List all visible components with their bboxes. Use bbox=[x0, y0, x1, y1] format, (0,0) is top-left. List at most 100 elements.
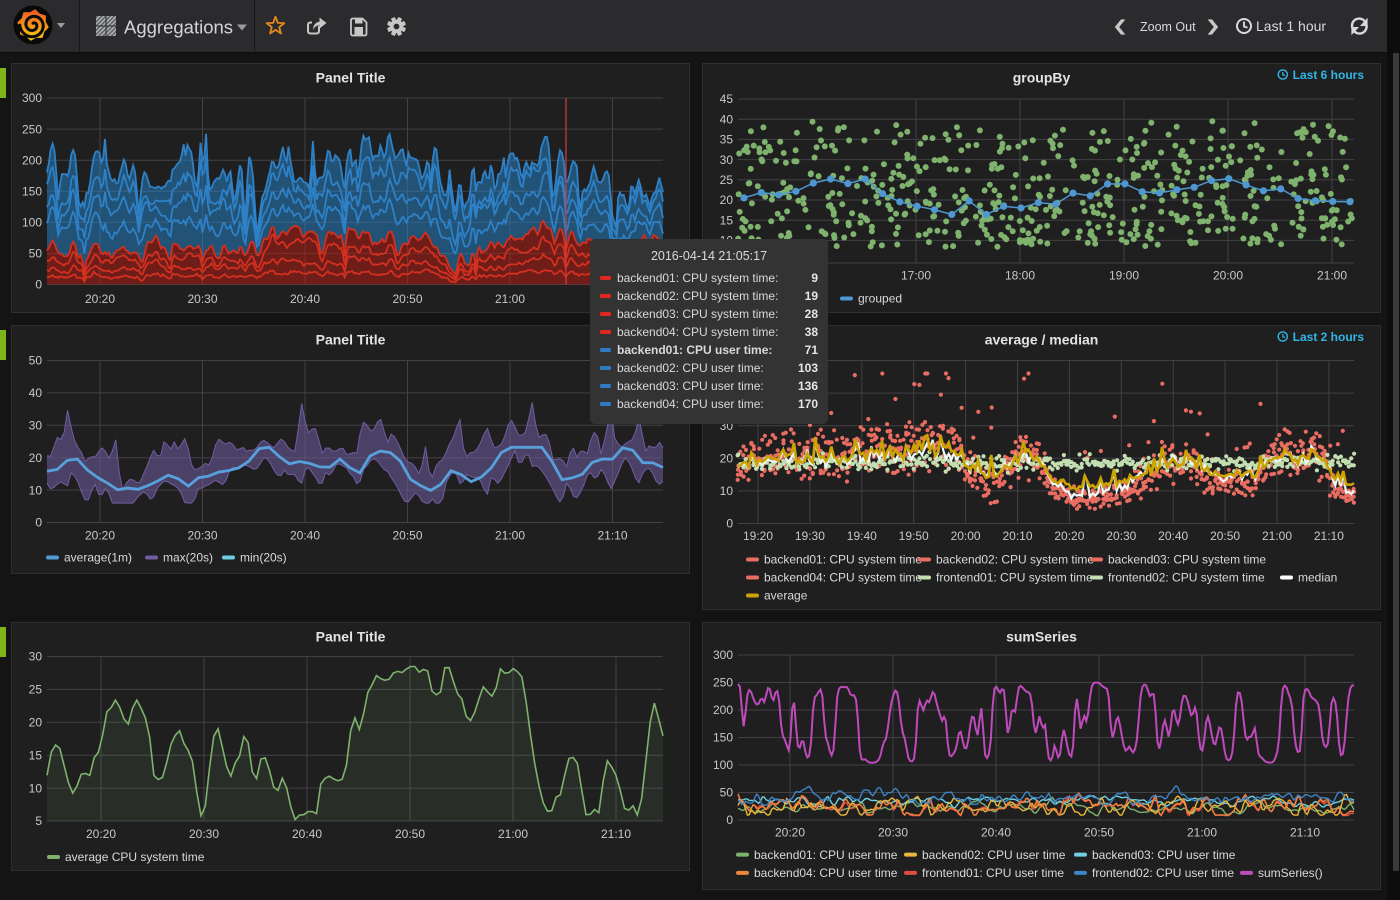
svg-text:20:00: 20:00 bbox=[951, 529, 981, 543]
svg-text:20:20: 20:20 bbox=[1054, 529, 1084, 543]
svg-text:10: 10 bbox=[720, 484, 734, 498]
svg-text:35: 35 bbox=[720, 133, 734, 147]
svg-text:15: 15 bbox=[29, 748, 43, 762]
svg-text:min(20s): min(20s) bbox=[240, 551, 287, 565]
svg-text:50: 50 bbox=[29, 247, 43, 261]
svg-text:100: 100 bbox=[22, 216, 42, 230]
svg-text:15: 15 bbox=[720, 213, 734, 227]
svg-text:Last 6 hours: Last 6 hours bbox=[1293, 68, 1365, 82]
svg-text:average(1m): average(1m) bbox=[64, 551, 132, 565]
svg-text:Panel Title: Panel Title bbox=[316, 629, 386, 645]
svg-text:25: 25 bbox=[720, 173, 734, 187]
svg-text:max(20s): max(20s) bbox=[163, 551, 213, 565]
svg-text:grouped: grouped bbox=[858, 292, 902, 306]
svg-text:backend04: CPU system time: backend04: CPU system time bbox=[764, 571, 922, 585]
svg-text:frontend01: CPU system time: frontend01: CPU system time bbox=[936, 571, 1093, 585]
svg-text:20:20: 20:20 bbox=[86, 827, 116, 841]
svg-text:20: 20 bbox=[720, 193, 734, 207]
svg-text:18:00: 18:00 bbox=[1005, 269, 1035, 283]
svg-text:10: 10 bbox=[29, 483, 43, 497]
svg-text:sumSeries(): sumSeries() bbox=[1258, 866, 1323, 880]
svg-text:20:30: 20:30 bbox=[878, 826, 908, 840]
svg-text:21:00: 21:00 bbox=[1187, 826, 1217, 840]
svg-text:21:10: 21:10 bbox=[1314, 529, 1344, 543]
svg-text:21:00: 21:00 bbox=[495, 529, 525, 543]
svg-text:200: 200 bbox=[22, 153, 42, 167]
svg-text:30: 30 bbox=[29, 650, 43, 664]
svg-text:100: 100 bbox=[713, 758, 733, 772]
svg-text:20:50: 20:50 bbox=[1210, 529, 1240, 543]
svg-text:backend01: CPU system time: backend01: CPU system time bbox=[764, 553, 922, 567]
svg-text:median: median bbox=[1298, 571, 1337, 585]
svg-text:backend03: CPU user time: backend03: CPU user time bbox=[1092, 848, 1236, 862]
svg-text:average: average bbox=[764, 589, 808, 603]
svg-text:10: 10 bbox=[29, 781, 43, 795]
svg-text:21:00: 21:00 bbox=[1317, 269, 1347, 283]
svg-text:40: 40 bbox=[29, 386, 43, 400]
svg-text:20:50: 20:50 bbox=[395, 827, 425, 841]
svg-text:30: 30 bbox=[29, 419, 43, 433]
svg-text:21:10: 21:10 bbox=[601, 827, 631, 841]
svg-text:20:30: 20:30 bbox=[187, 529, 217, 543]
svg-text:average / median: average / median bbox=[985, 332, 1099, 348]
svg-text:250: 250 bbox=[22, 122, 42, 136]
svg-text:20:50: 20:50 bbox=[1084, 826, 1114, 840]
svg-text:150: 150 bbox=[22, 184, 42, 198]
svg-text:0: 0 bbox=[726, 517, 733, 531]
svg-text:backend02: CPU system time: backend02: CPU system time bbox=[936, 553, 1094, 567]
svg-text:0: 0 bbox=[726, 813, 733, 827]
svg-text:20: 20 bbox=[29, 716, 43, 730]
svg-text:Aggregations: Aggregations bbox=[124, 17, 233, 38]
svg-text:19:40: 19:40 bbox=[847, 529, 877, 543]
svg-text:Last 2 hours: Last 2 hours bbox=[1293, 330, 1365, 344]
svg-text:backend02: CPU user time: backend02: CPU user time bbox=[922, 848, 1066, 862]
svg-text:average CPU system time: average CPU system time bbox=[65, 850, 205, 864]
svg-text:20:00: 20:00 bbox=[1213, 269, 1243, 283]
svg-text:45: 45 bbox=[720, 92, 734, 106]
svg-text:300: 300 bbox=[713, 648, 733, 662]
svg-text:20:40: 20:40 bbox=[290, 292, 320, 306]
svg-text:0: 0 bbox=[35, 278, 42, 292]
svg-text:19:20: 19:20 bbox=[743, 529, 773, 543]
svg-text:20: 20 bbox=[29, 451, 43, 465]
svg-text:backend04: CPU user time: backend04: CPU user time bbox=[754, 866, 898, 880]
svg-text:20:40: 20:40 bbox=[292, 827, 322, 841]
svg-text:250: 250 bbox=[713, 676, 733, 690]
svg-text:20:20: 20:20 bbox=[85, 292, 115, 306]
svg-text:21:10: 21:10 bbox=[597, 529, 627, 543]
svg-text:50: 50 bbox=[720, 786, 734, 800]
svg-text:19:30: 19:30 bbox=[795, 529, 825, 543]
svg-text:0: 0 bbox=[35, 516, 42, 530]
svg-text:19:00: 19:00 bbox=[1109, 269, 1139, 283]
svg-text:20:30: 20:30 bbox=[189, 827, 219, 841]
svg-text:20:30: 20:30 bbox=[187, 292, 217, 306]
svg-text:20:40: 20:40 bbox=[1158, 529, 1188, 543]
svg-text:frontend02: CPU user time: frontend02: CPU user time bbox=[1092, 866, 1234, 880]
svg-text:50: 50 bbox=[29, 354, 43, 368]
svg-text:20:20: 20:20 bbox=[775, 826, 805, 840]
svg-text:300: 300 bbox=[22, 91, 42, 105]
svg-text:20:40: 20:40 bbox=[290, 529, 320, 543]
svg-text:21:00: 21:00 bbox=[495, 292, 525, 306]
svg-text:40: 40 bbox=[720, 112, 734, 126]
svg-text:20:30: 20:30 bbox=[1106, 529, 1136, 543]
svg-text:Panel Title: Panel Title bbox=[316, 332, 386, 348]
svg-text:Zoom Out: Zoom Out bbox=[1140, 20, 1196, 34]
svg-text:21:10: 21:10 bbox=[1290, 826, 1320, 840]
svg-text:150: 150 bbox=[713, 731, 733, 745]
svg-text:20:50: 20:50 bbox=[392, 292, 422, 306]
svg-text:Last 1 hour: Last 1 hour bbox=[1256, 18, 1326, 34]
svg-text:30: 30 bbox=[720, 153, 734, 167]
svg-text:5: 5 bbox=[35, 814, 42, 828]
svg-text:frontend01: CPU user time: frontend01: CPU user time bbox=[922, 866, 1064, 880]
svg-text:backend01: CPU user time: backend01: CPU user time bbox=[754, 848, 898, 862]
svg-text:25: 25 bbox=[29, 683, 43, 697]
svg-text:frontend02: CPU system time: frontend02: CPU system time bbox=[1108, 571, 1265, 585]
svg-text:20:10: 20:10 bbox=[1002, 529, 1032, 543]
svg-text:20:50: 20:50 bbox=[392, 529, 422, 543]
svg-text:backend03: CPU system time: backend03: CPU system time bbox=[1108, 553, 1266, 567]
svg-text:sumSeries: sumSeries bbox=[1006, 629, 1077, 645]
svg-text:20:40: 20:40 bbox=[981, 826, 1011, 840]
svg-text:Panel Title: Panel Title bbox=[316, 70, 386, 86]
svg-text:19:50: 19:50 bbox=[899, 529, 929, 543]
